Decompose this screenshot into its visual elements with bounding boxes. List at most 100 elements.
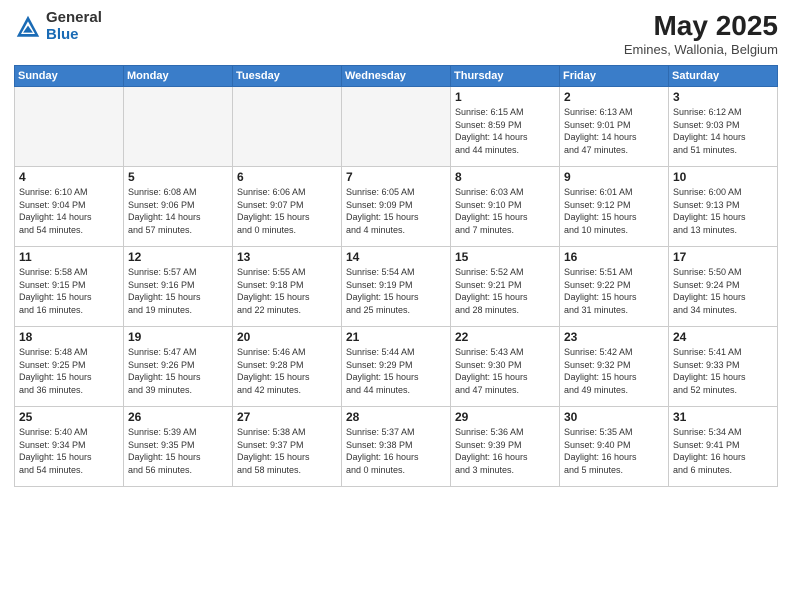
weekday-header: Thursday xyxy=(451,66,560,87)
day-number: 5 xyxy=(128,170,228,184)
day-number: 14 xyxy=(346,250,446,264)
day-info: Sunrise: 6:00 AM Sunset: 9:13 PM Dayligh… xyxy=(673,186,773,236)
calendar-cell: 22 Sunrise: 5:43 AM Sunset: 9:30 PM Dayli… xyxy=(451,327,560,407)
day-number: 27 xyxy=(237,410,337,424)
day-info: Sunrise: 6:13 AM Sunset: 9:01 PM Dayligh… xyxy=(564,106,664,156)
day-info: Sunrise: 5:47 AM Sunset: 9:26 PM Dayligh… xyxy=(128,346,228,396)
calendar-cell xyxy=(342,87,451,167)
calendar-cell: 24 Sunrise: 5:41 AM Sunset: 9:33 PM Dayli… xyxy=(669,327,778,407)
weekday-header: Friday xyxy=(560,66,669,87)
day-info: Sunrise: 5:41 AM Sunset: 9:33 PM Dayligh… xyxy=(673,346,773,396)
day-number: 1 xyxy=(455,90,555,104)
calendar-cell: 10 Sunrise: 6:00 AM Sunset: 9:13 PM Dayli… xyxy=(669,167,778,247)
calendar-table: SundayMondayTuesdayWednesdayThursdayFrid… xyxy=(14,65,778,487)
calendar-cell: 19 Sunrise: 5:47 AM Sunset: 9:26 PM Dayli… xyxy=(124,327,233,407)
logo-blue-text: Blue xyxy=(46,27,102,44)
calendar-cell xyxy=(233,87,342,167)
calendar-cell: 25 Sunrise: 5:40 AM Sunset: 9:34 PM Dayli… xyxy=(15,407,124,487)
calendar-cell: 29Sunrise: 5:36 AM Sunset: 9:39 PM Dayli… xyxy=(451,407,560,487)
calendar-cell: 17 Sunrise: 5:50 AM Sunset: 9:24 PM Dayli… xyxy=(669,247,778,327)
calendar-cell xyxy=(124,87,233,167)
title-area: May 2025 Emines, Wallonia, Belgium xyxy=(624,10,778,57)
calendar-cell: 14Sunrise: 5:54 AM Sunset: 9:19 PM Dayli… xyxy=(342,247,451,327)
day-number: 31 xyxy=(673,410,773,424)
day-number: 6 xyxy=(237,170,337,184)
calendar-cell: 28Sunrise: 5:37 AM Sunset: 9:38 PM Dayli… xyxy=(342,407,451,487)
day-info: Sunrise: 5:39 AM Sunset: 9:35 PM Dayligh… xyxy=(128,426,228,476)
day-info: Sunrise: 5:36 AM Sunset: 9:39 PM Dayligh… xyxy=(455,426,555,476)
day-info: Sunrise: 5:42 AM Sunset: 9:32 PM Dayligh… xyxy=(564,346,664,396)
weekday-header: Sunday xyxy=(15,66,124,87)
page: General Blue May 2025 Emines, Wallonia, … xyxy=(0,0,792,612)
calendar-header-row: SundayMondayTuesdayWednesdayThursdayFrid… xyxy=(15,66,778,87)
calendar-cell: 4 Sunrise: 6:10 AM Sunset: 9:04 PM Daylig… xyxy=(15,167,124,247)
calendar-cell: 16 Sunrise: 5:51 AM Sunset: 9:22 PM Dayli… xyxy=(560,247,669,327)
calendar-cell: 26 Sunrise: 5:39 AM Sunset: 9:35 PM Dayli… xyxy=(124,407,233,487)
calendar-cell: 15Sunrise: 5:52 AM Sunset: 9:21 PM Dayli… xyxy=(451,247,560,327)
day-number: 17 xyxy=(673,250,773,264)
day-number: 23 xyxy=(564,330,664,344)
day-number: 19 xyxy=(128,330,228,344)
day-number: 22 xyxy=(455,330,555,344)
day-info: Sunrise: 6:03 AM Sunset: 9:10 PM Dayligh… xyxy=(455,186,555,236)
day-number: 3 xyxy=(673,90,773,104)
calendar-cell: 18Sunrise: 5:48 AM Sunset: 9:25 PM Dayli… xyxy=(15,327,124,407)
calendar-week-row: 25 Sunrise: 5:40 AM Sunset: 9:34 PM Dayli… xyxy=(15,407,778,487)
day-info: Sunrise: 5:51 AM Sunset: 9:22 PM Dayligh… xyxy=(564,266,664,316)
subtitle: Emines, Wallonia, Belgium xyxy=(624,42,778,57)
day-info: Sunrise: 5:35 AM Sunset: 9:40 PM Dayligh… xyxy=(564,426,664,476)
calendar-week-row: 1 Sunrise: 6:15 AM Sunset: 8:59 PM Daylig… xyxy=(15,87,778,167)
calendar-week-row: 18Sunrise: 5:48 AM Sunset: 9:25 PM Dayli… xyxy=(15,327,778,407)
calendar-week-row: 11 Sunrise: 5:58 AM Sunset: 9:15 PM Dayli… xyxy=(15,247,778,327)
calendar-cell: 6 Sunrise: 6:06 AM Sunset: 9:07 PM Daylig… xyxy=(233,167,342,247)
day-number: 9 xyxy=(564,170,664,184)
day-number: 2 xyxy=(564,90,664,104)
day-info: Sunrise: 5:58 AM Sunset: 9:15 PM Dayligh… xyxy=(19,266,119,316)
calendar-week-row: 4 Sunrise: 6:10 AM Sunset: 9:04 PM Daylig… xyxy=(15,167,778,247)
calendar-cell: 13 Sunrise: 5:55 AM Sunset: 9:18 PM Dayli… xyxy=(233,247,342,327)
day-number: 25 xyxy=(19,410,119,424)
day-info: Sunrise: 6:05 AM Sunset: 9:09 PM Dayligh… xyxy=(346,186,446,236)
logo-icon xyxy=(14,13,42,41)
day-info: Sunrise: 5:55 AM Sunset: 9:18 PM Dayligh… xyxy=(237,266,337,316)
calendar-cell: 7Sunrise: 6:05 AM Sunset: 9:09 PM Daylig… xyxy=(342,167,451,247)
day-number: 24 xyxy=(673,330,773,344)
day-info: Sunrise: 5:43 AM Sunset: 9:30 PM Dayligh… xyxy=(455,346,555,396)
calendar-cell: 8Sunrise: 6:03 AM Sunset: 9:10 PM Daylig… xyxy=(451,167,560,247)
weekday-header: Tuesday xyxy=(233,66,342,87)
day-number: 13 xyxy=(237,250,337,264)
month-title: May 2025 xyxy=(624,10,778,42)
calendar-cell: 21Sunrise: 5:44 AM Sunset: 9:29 PM Dayli… xyxy=(342,327,451,407)
day-info: Sunrise: 5:46 AM Sunset: 9:28 PM Dayligh… xyxy=(237,346,337,396)
day-number: 11 xyxy=(19,250,119,264)
calendar-cell: 31 Sunrise: 5:34 AM Sunset: 9:41 PM Dayli… xyxy=(669,407,778,487)
day-info: Sunrise: 6:15 AM Sunset: 8:59 PM Dayligh… xyxy=(455,106,555,156)
day-info: Sunrise: 5:34 AM Sunset: 9:41 PM Dayligh… xyxy=(673,426,773,476)
calendar-cell: 3 Sunrise: 6:12 AM Sunset: 9:03 PM Daylig… xyxy=(669,87,778,167)
calendar-cell: 30 Sunrise: 5:35 AM Sunset: 9:40 PM Dayli… xyxy=(560,407,669,487)
day-number: 16 xyxy=(564,250,664,264)
day-number: 4 xyxy=(19,170,119,184)
day-info: Sunrise: 6:01 AM Sunset: 9:12 PM Dayligh… xyxy=(564,186,664,236)
calendar-cell: 2 Sunrise: 6:13 AM Sunset: 9:01 PM Daylig… xyxy=(560,87,669,167)
day-number: 30 xyxy=(564,410,664,424)
calendar-cell: 5 Sunrise: 6:08 AM Sunset: 9:06 PM Daylig… xyxy=(124,167,233,247)
calendar-cell: 11 Sunrise: 5:58 AM Sunset: 9:15 PM Dayli… xyxy=(15,247,124,327)
logo-general-text: General xyxy=(46,10,102,27)
day-info: Sunrise: 5:50 AM Sunset: 9:24 PM Dayligh… xyxy=(673,266,773,316)
day-info: Sunrise: 5:40 AM Sunset: 9:34 PM Dayligh… xyxy=(19,426,119,476)
day-info: Sunrise: 6:10 AM Sunset: 9:04 PM Dayligh… xyxy=(19,186,119,236)
day-info: Sunrise: 6:06 AM Sunset: 9:07 PM Dayligh… xyxy=(237,186,337,236)
day-info: Sunrise: 6:12 AM Sunset: 9:03 PM Dayligh… xyxy=(673,106,773,156)
calendar-cell: 12Sunrise: 5:57 AM Sunset: 9:16 PM Dayli… xyxy=(124,247,233,327)
day-info: Sunrise: 6:08 AM Sunset: 9:06 PM Dayligh… xyxy=(128,186,228,236)
calendar-cell xyxy=(15,87,124,167)
weekday-header: Wednesday xyxy=(342,66,451,87)
day-info: Sunrise: 5:44 AM Sunset: 9:29 PM Dayligh… xyxy=(346,346,446,396)
day-number: 15 xyxy=(455,250,555,264)
calendar-cell: 20Sunrise: 5:46 AM Sunset: 9:28 PM Dayli… xyxy=(233,327,342,407)
header: General Blue May 2025 Emines, Wallonia, … xyxy=(14,10,778,57)
day-number: 10 xyxy=(673,170,773,184)
day-number: 26 xyxy=(128,410,228,424)
day-info: Sunrise: 5:38 AM Sunset: 9:37 PM Dayligh… xyxy=(237,426,337,476)
